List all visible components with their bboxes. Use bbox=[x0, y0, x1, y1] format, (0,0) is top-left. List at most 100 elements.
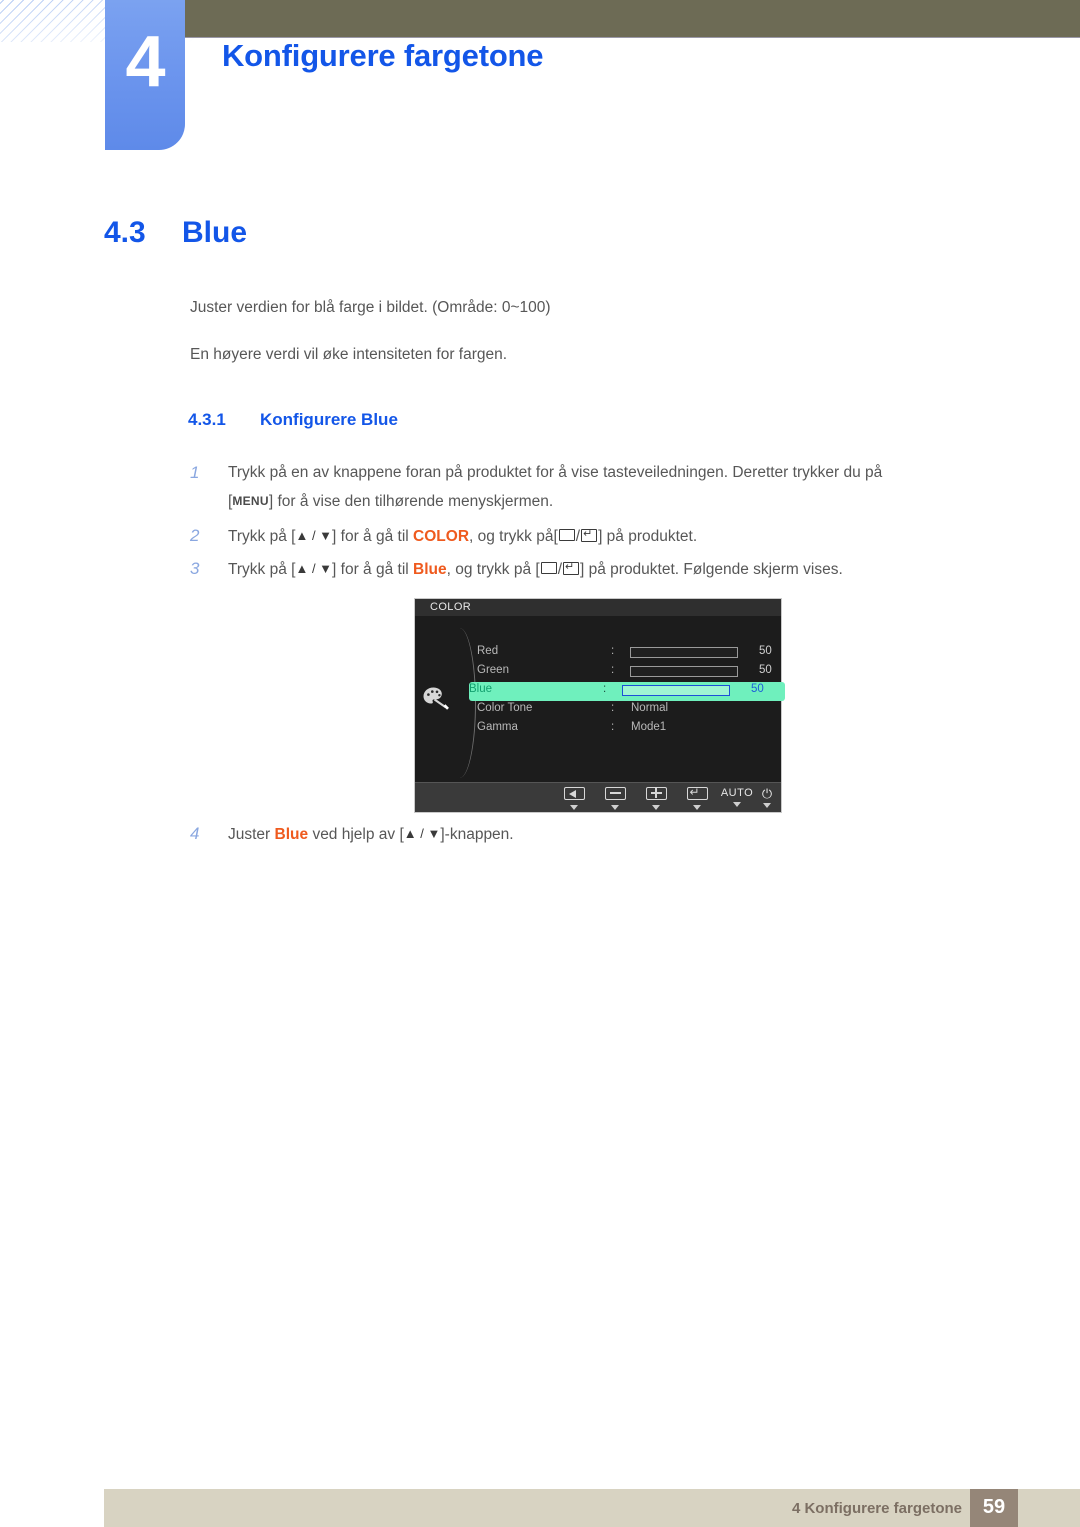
osd-row-color-tone[interactable]: Color Tone : Normal bbox=[477, 701, 777, 720]
intro-paragraph-2: En høyere verdi vil øke intensiteten for… bbox=[190, 346, 508, 363]
up-down-arrow-glyphs: ▲ / ▼ bbox=[295, 561, 333, 576]
osd-row-value: 50 bbox=[759, 664, 772, 676]
step-index: 1 bbox=[190, 463, 200, 482]
page-number-box: 59 bbox=[970, 1489, 1018, 1527]
step-2-part-a: Trykk på [ bbox=[228, 528, 296, 545]
header-olive-bar bbox=[185, 0, 1080, 38]
osd-screenshot: COLOR Red : 50 Green: 50 Blue: 50 Colo… bbox=[414, 598, 785, 813]
step-text: Trykk på [▲ / ▼] for å gå til COLOR, og … bbox=[228, 522, 990, 551]
step-index: 4 bbox=[190, 824, 200, 843]
step-2-part-c: , og trykk på[ bbox=[469, 528, 558, 545]
osd-back-button[interactable] bbox=[559, 787, 589, 810]
caret-down-icon bbox=[611, 805, 619, 810]
footer-chapter-label: 4 Konfigurere fargetone bbox=[791, 1500, 962, 1517]
osd-row-green[interactable]: Green : 50 bbox=[477, 663, 777, 682]
osd-row-gamma[interactable]: Gamma : Mode1 bbox=[477, 720, 777, 739]
osd-row-list: Red : 50 Green : 50 Blue : 50 Color Tone… bbox=[469, 644, 785, 739]
step-1-part-a: Trykk på en av knappene foran på produkt… bbox=[228, 464, 883, 481]
subsection-title: Konfigurere Blue bbox=[260, 410, 398, 429]
up-down-arrow-glyphs: ▲ / ▼ bbox=[403, 826, 441, 841]
step-3-part-a: Trykk på [ bbox=[228, 561, 296, 578]
osd-row-colon: : bbox=[611, 721, 615, 733]
osd-row-colon: : bbox=[611, 702, 615, 714]
auto-label: AUTO bbox=[720, 787, 754, 800]
osd-titlebar: COLOR bbox=[415, 599, 781, 616]
osd-row-label: Color Tone bbox=[477, 702, 533, 714]
step-text: Trykk på [▲ / ▼] for å gå til Blue, og t… bbox=[228, 555, 990, 584]
osd-row-label: Blue bbox=[469, 683, 493, 695]
osd-slider-blue[interactable] bbox=[622, 685, 730, 696]
enter-key-icon bbox=[581, 529, 598, 542]
enter-key-icon bbox=[563, 562, 579, 575]
osd-plus-button[interactable] bbox=[641, 787, 671, 810]
step-index: 3 bbox=[190, 559, 200, 578]
enter-arrow-icon: ↵ bbox=[686, 786, 708, 800]
osd-enter-button[interactable]: ↵ bbox=[682, 786, 712, 810]
step-item-4: 4 Juster Blue ved hjelp av [▲ / ▼]-knapp… bbox=[190, 820, 990, 849]
subsection-heading: 4.3.1 Konfigurere Blue bbox=[188, 410, 398, 430]
step-1-bracket-close: ] bbox=[268, 493, 274, 510]
step-3-part-c: , og trykk på [ bbox=[446, 561, 540, 578]
step-text: Juster Blue ved hjelp av [▲ / ▼]-knappen… bbox=[228, 820, 990, 849]
osd-button-bar: ↵ AUTO ⏻ bbox=[415, 782, 781, 812]
source-key-icon bbox=[558, 529, 575, 541]
section-heading: 4.3 Blue bbox=[104, 216, 247, 250]
caret-down-icon bbox=[733, 802, 741, 807]
menu-key-label: MENU bbox=[232, 494, 269, 508]
keyword-color: COLOR bbox=[413, 528, 470, 545]
caret-down-icon bbox=[570, 805, 578, 810]
osd-power-button[interactable]: ⏻ bbox=[752, 787, 782, 808]
chapter-number-badge: 4 bbox=[105, 0, 185, 150]
osd-row-value: Mode1 bbox=[631, 721, 667, 733]
step-text: Trykk på en av knappene foran på produkt… bbox=[228, 459, 990, 516]
step-3-part-b: ] for å gå til bbox=[332, 561, 409, 578]
chapter-number: 4 bbox=[125, 22, 165, 102]
caret-down-icon bbox=[652, 805, 660, 810]
keyword-blue: Blue bbox=[274, 826, 309, 843]
osd-slider-green[interactable] bbox=[630, 666, 738, 677]
osd-row-value: 50 bbox=[759, 645, 772, 657]
step-2-part-d: ] på produktet. bbox=[598, 528, 698, 545]
osd-row-colon: : bbox=[611, 645, 615, 657]
osd-slider-red[interactable] bbox=[630, 647, 738, 658]
minus-icon bbox=[604, 787, 626, 800]
plus-icon bbox=[645, 787, 667, 800]
intro-paragraph-1: Juster verdien for blå farge i bildet. (… bbox=[190, 299, 551, 316]
subsection-number: 4.3.1 bbox=[188, 410, 226, 429]
step-item-1: 1 Trykk på en av knappene foran på produ… bbox=[190, 459, 990, 516]
step-4-part-b: ved hjelp av [ bbox=[312, 826, 404, 843]
palette-icon bbox=[422, 686, 450, 710]
step-4-part-c: ]-knappen. bbox=[440, 826, 514, 843]
osd-row-colon: : bbox=[611, 664, 615, 676]
osd-row-colon: : bbox=[603, 683, 607, 695]
page-number: 59 bbox=[982, 1496, 1006, 1518]
power-icon: ⏻ bbox=[761, 786, 773, 801]
osd-body: Red : 50 Green : 50 Blue : 50 Color Tone… bbox=[415, 616, 785, 782]
chapter-title: Konfigurere fargetone bbox=[222, 38, 544, 73]
osd-minus-button[interactable] bbox=[600, 787, 630, 810]
step-4-part-a: Juster bbox=[228, 826, 271, 843]
triangle-left-icon bbox=[563, 787, 585, 800]
osd-row-red[interactable]: Red : 50 bbox=[477, 644, 777, 663]
step-index: 2 bbox=[190, 526, 200, 545]
osd-title: COLOR bbox=[430, 601, 472, 613]
step-3-part-d: ] på produktet. Følgende skjerm vises. bbox=[580, 561, 843, 578]
keyword-blue: Blue bbox=[413, 561, 447, 578]
osd-row-label: Red bbox=[477, 645, 499, 657]
osd-row-value: 50 bbox=[751, 683, 764, 695]
osd-arc-divider bbox=[449, 628, 476, 778]
caret-down-icon bbox=[763, 803, 771, 808]
step-item-3: 3 Trykk på [▲ / ▼] for å gå til Blue, og… bbox=[190, 555, 990, 584]
caret-down-icon bbox=[693, 805, 701, 810]
osd-row-blue[interactable]: Blue : 50 bbox=[469, 682, 785, 701]
osd-row-label: Green bbox=[477, 664, 509, 676]
source-key-icon bbox=[540, 562, 557, 574]
step-2-part-b: ] for å gå til bbox=[332, 528, 409, 545]
section-number: 4.3 bbox=[104, 216, 146, 249]
section-title: Blue bbox=[182, 216, 248, 249]
osd-row-value: Normal bbox=[631, 702, 669, 714]
step-1-part-b: for å vise den tilhørende menyskjermen. bbox=[277, 493, 554, 510]
step-item-2: 2 Trykk på [▲ / ▼] for å gå til COLOR, o… bbox=[190, 522, 990, 551]
up-down-arrow-glyphs: ▲ / ▼ bbox=[295, 528, 333, 543]
osd-row-label: Gamma bbox=[477, 721, 518, 733]
